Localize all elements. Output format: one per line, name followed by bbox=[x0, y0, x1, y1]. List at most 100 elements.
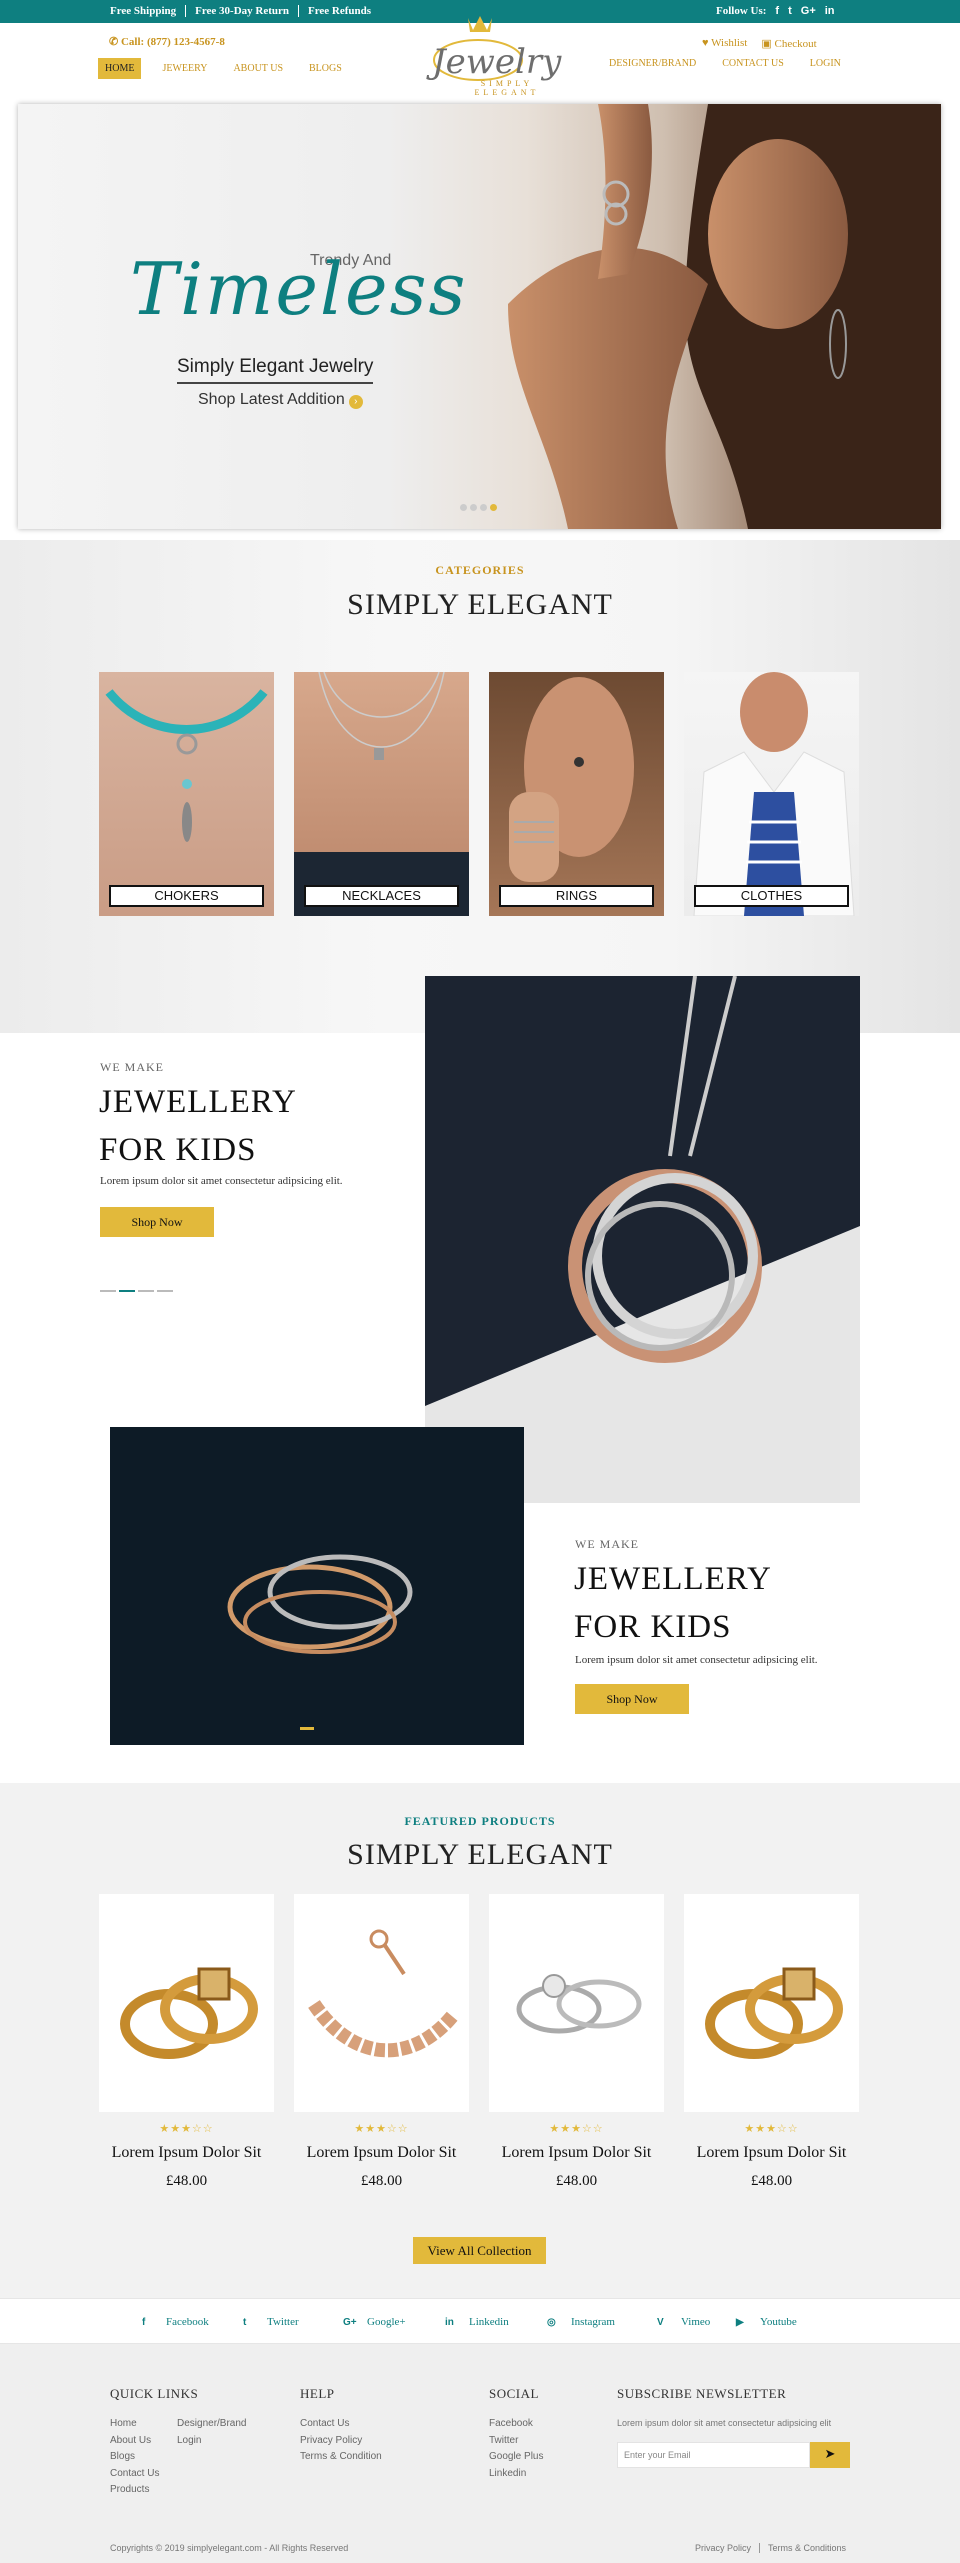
newsletter-email-input[interactable]: Enter your Email bbox=[617, 2442, 810, 2468]
footer-link[interactable]: Privacy Policy bbox=[300, 2433, 382, 2450]
footer-link[interactable]: Terms & Condition bbox=[300, 2449, 382, 2466]
product-image[interactable] bbox=[99, 1894, 274, 2112]
logo-subtitle: SIMPLY ELEGANT bbox=[474, 79, 540, 97]
product-name[interactable]: Lorem Ipsum Dolor Sit bbox=[294, 2144, 469, 2162]
social-vimeo[interactable]: V Vimeo bbox=[657, 2316, 736, 2328]
utility-links: ♥ Wishlist ▣ Checkout bbox=[702, 37, 817, 50]
indicator-dash[interactable] bbox=[138, 1290, 154, 1292]
gold-ring-image bbox=[120, 1967, 258, 2059]
product-name[interactable]: Lorem Ipsum Dolor Sit bbox=[99, 2144, 274, 2162]
notice-free-refunds: Free Refunds bbox=[308, 5, 372, 17]
social-label: Twitter bbox=[267, 2316, 299, 2328]
google-plus-icon[interactable]: G+ bbox=[801, 5, 816, 17]
category-label: CLOTHES bbox=[694, 885, 849, 907]
footer-link[interactable]: Twitter bbox=[489, 2433, 543, 2450]
footer-link[interactable]: Contact Us bbox=[300, 2416, 382, 2433]
product-name[interactable]: Lorem Ipsum Dolor Sit bbox=[489, 2144, 664, 2162]
shipping-notices: Free Shipping Free 30-Day Return Free Re… bbox=[110, 5, 380, 17]
promo1-eyebrow: WE MAKE bbox=[100, 1060, 164, 1074]
product-image[interactable] bbox=[294, 1894, 469, 2112]
product-card[interactable]: ★★★☆☆ Lorem Ipsum Dolor Sit £48.00 bbox=[684, 1894, 859, 2190]
featured-title: SIMPLY ELEGANT bbox=[347, 1838, 613, 1871]
newsletter-submit-button[interactable]: ➤ bbox=[810, 2442, 850, 2468]
linkedin-icon: in bbox=[445, 2316, 454, 2328]
footer-link[interactable]: Products bbox=[110, 2482, 159, 2499]
rating-stars: ★★★☆☆ bbox=[159, 2122, 214, 2135]
footer-link[interactable]: Linkedin bbox=[489, 2466, 543, 2483]
category-card-chokers[interactable]: CHOKERS bbox=[99, 672, 274, 916]
rose-gold-bracelet-image bbox=[308, 1929, 460, 2058]
hero-shop-latest-link[interactable]: Shop Latest Addition › bbox=[198, 391, 363, 409]
footer-link[interactable]: Login bbox=[177, 2433, 246, 2450]
social-twitter[interactable]: t Twitter bbox=[243, 2316, 343, 2328]
category-label: CHOKERS bbox=[109, 885, 264, 907]
category-label: RINGS bbox=[499, 885, 654, 907]
checkout-link[interactable]: ▣ Checkout bbox=[761, 37, 816, 50]
clothes-image bbox=[693, 672, 855, 916]
wishlist-link[interactable]: ♥ Wishlist bbox=[702, 37, 747, 50]
footer-heading-help: HELP bbox=[300, 2386, 335, 2401]
indicator-dash[interactable] bbox=[157, 1290, 173, 1292]
category-card-rings[interactable]: RINGS bbox=[489, 672, 664, 916]
footer-link[interactable]: Designer/Brand bbox=[177, 2416, 246, 2433]
social-linkedin[interactable]: in Linkedin bbox=[445, 2316, 547, 2328]
slider-dot[interactable] bbox=[470, 504, 477, 511]
slider-dot[interactable] bbox=[460, 504, 467, 511]
nav-blogs[interactable]: BLOGS bbox=[304, 60, 347, 77]
product-image[interactable] bbox=[489, 1894, 664, 2112]
call-link[interactable]: ✆ Call: (877) 123-4567-8 bbox=[109, 35, 225, 48]
nav-contact-us[interactable]: CONTACT US bbox=[722, 58, 784, 69]
rating-stars: ★★★☆☆ bbox=[549, 2122, 604, 2135]
facebook-icon[interactable]: f bbox=[775, 5, 779, 17]
product-name[interactable]: Lorem Ipsum Dolor Sit bbox=[684, 2144, 859, 2162]
footer-link[interactable]: About Us bbox=[110, 2433, 159, 2450]
footer-link[interactable]: Contact Us bbox=[110, 2466, 159, 2483]
twitter-icon[interactable]: t bbox=[788, 5, 792, 17]
hero-banner[interactable]: Trendy And Timeless Simply Elegant Jewel… bbox=[18, 104, 941, 529]
privacy-policy-link[interactable]: Privacy Policy bbox=[687, 2543, 761, 2553]
product-card[interactable]: ★★★☆☆ Lorem Ipsum Dolor Sit £48.00 bbox=[99, 1894, 274, 2190]
notice-free-shipping: Free Shipping bbox=[110, 5, 187, 17]
nav-jeweery[interactable]: JEWEERY bbox=[157, 60, 212, 77]
social-google-plus[interactable]: G+ Google+ bbox=[343, 2316, 445, 2328]
product-price: £48.00 bbox=[750, 2173, 793, 2189]
promo1-shop-now-button[interactable]: Shop Now bbox=[100, 1207, 214, 1237]
social-label: Facebook bbox=[166, 2316, 209, 2328]
social-facebook[interactable]: f Facebook bbox=[142, 2316, 243, 2328]
indicator-dash-active[interactable] bbox=[119, 1290, 135, 1292]
product-image[interactable] bbox=[684, 1894, 859, 2112]
slider-dot[interactable] bbox=[480, 504, 487, 511]
nav-about-us[interactable]: ABOUT US bbox=[228, 60, 288, 77]
footer-link[interactable]: Home bbox=[110, 2416, 159, 2433]
heart-icon: ♥ bbox=[702, 37, 712, 49]
nav-designer-brand[interactable]: DESIGNER/BRAND bbox=[609, 58, 696, 69]
wishlist-label: Wishlist bbox=[711, 37, 748, 49]
category-card-necklaces[interactable]: NECKLACES bbox=[294, 672, 469, 916]
social-instagram[interactable]: ◎ Instagram bbox=[547, 2316, 657, 2328]
product-card[interactable]: ★★★☆☆ Lorem Ipsum Dolor Sit £48.00 bbox=[294, 1894, 469, 2190]
slider-dot-active[interactable] bbox=[490, 504, 497, 511]
product-card[interactable]: ★★★☆☆ Lorem Ipsum Dolor Sit £48.00 bbox=[489, 1894, 664, 2190]
hero-slider-dots bbox=[460, 504, 497, 511]
social-youtube[interactable]: ▶ Youtube bbox=[736, 2316, 826, 2328]
gold-ring-image bbox=[705, 1967, 843, 2059]
footer-link[interactable]: Google Plus bbox=[489, 2449, 543, 2466]
view-all-collection-button[interactable]: View All Collection bbox=[413, 2237, 546, 2264]
twitter-icon: t bbox=[243, 2316, 247, 2328]
terms-link[interactable]: Terms & Conditions bbox=[760, 2543, 854, 2553]
call-text: Call: (877) 123-4567-8 bbox=[120, 36, 225, 48]
category-card-clothes[interactable]: CLOTHES bbox=[684, 672, 859, 916]
linkedin-icon[interactable]: in bbox=[825, 5, 835, 17]
promo2-shop-now-button[interactable]: Shop Now bbox=[575, 1684, 689, 1714]
indicator-dash[interactable] bbox=[100, 1290, 116, 1292]
promo1-title-line2: FOR KIDS bbox=[99, 1132, 257, 1168]
nav-login[interactable]: LOGIN bbox=[810, 58, 841, 69]
hero-timeless-script: Timeless bbox=[130, 247, 468, 331]
choker-image bbox=[105, 689, 268, 842]
site-logo[interactable]: Jewelry SIMPLY ELEGANT bbox=[420, 8, 561, 98]
footer-link[interactable]: Blogs bbox=[110, 2449, 159, 2466]
social-bar: f Facebook t Twitter G+ Google+ in Linkedin … bbox=[0, 2298, 960, 2344]
promo1-body: Lorem ipsum dolor sit amet consectetur a… bbox=[100, 1175, 343, 1187]
footer-link[interactable]: Facebook bbox=[489, 2416, 543, 2433]
nav-home[interactable]: HOME bbox=[98, 58, 142, 79]
